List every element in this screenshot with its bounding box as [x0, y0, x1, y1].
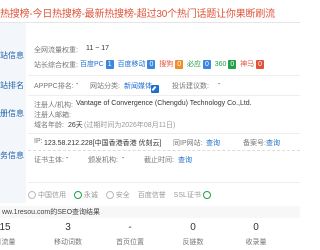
baidu-trust-cert[interactable]: 百度信誉 [138, 192, 166, 199]
complaint-value: - [218, 81, 221, 88]
page-title: 热搜榜-今日热搜榜-最新热搜榜-超过30个热门话题让你果断刷流 [0, 9, 275, 20]
seo-title: ww.1resou.com的SEO查询结果 [2, 209, 101, 216]
same-ip-label: 同IP网站: [173, 140, 203, 147]
domain-age-value: 26天 [68, 122, 83, 129]
divider [0, 22, 300, 23]
category-value[interactable]: 新闻媒体 [124, 81, 152, 91]
engine-bing[interactable]: 必应 0 [187, 60, 211, 69]
engine-360[interactable]: 360 0 [215, 60, 237, 69]
divider [28, 95, 300, 96]
complaint-label: 投诉建议数: [172, 83, 209, 90]
yongcheng-cert[interactable]: 永诚 [73, 191, 98, 200]
engine-sogou[interactable]: 搜狗 0 [159, 60, 184, 69]
apppc-rank-label: APPPC排名: [34, 83, 74, 90]
section-label-rank: 站排名 [0, 81, 24, 90]
apppc-rank-value: - [76, 81, 79, 88]
stat-daily-traffic-label: 日流量 [0, 239, 16, 246]
expire-label: 截止时间: [144, 157, 174, 164]
engine-list: 百度PC 1 百度移动 0 搜狗 0 必应 0 360 0 神马 0 [80, 59, 265, 69]
issuer-value: - [122, 155, 125, 162]
cert-icons-row: 中国信用 永诚 安全 百度信誉 SSL证书 [28, 190, 217, 200]
expire-link[interactable]: 查询 [178, 155, 192, 165]
cert-subject-label: 证书主体: [34, 157, 64, 164]
domain-age-label: 域名年龄: [34, 122, 64, 129]
stat-home-position-label: 首页位置 [116, 239, 144, 246]
divider [28, 75, 300, 76]
issuer-label: 颁发机构: [88, 157, 118, 164]
registrar-label: 注册人/机构: [34, 102, 73, 109]
registrar-value: Vantage of Convergence (Chengdu) Technol… [76, 100, 252, 107]
divider [28, 150, 300, 151]
engine-baidu-mobile[interactable]: 百度移动 0 [117, 60, 156, 69]
category-label: 网站分类: [90, 83, 120, 90]
weight-value: 11 ~ 17 [86, 45, 110, 52]
same-ip-link[interactable]: 查询 [206, 138, 220, 148]
shield-icon [105, 191, 114, 200]
section-label-info: 站信息 [0, 51, 24, 60]
domain-expire-text: (过期时间为2026年08月11日) [84, 122, 176, 129]
section-label-register: 册信息 [0, 109, 24, 118]
stat-backlinks-label: 反链数 [182, 239, 204, 246]
stat-indexed-label: 收录量 [245, 239, 267, 246]
edit-icon[interactable] [151, 84, 159, 93]
section-label-server: 务信息 [0, 151, 24, 160]
stat-mobile-words-label: 移动词数 [54, 239, 82, 246]
stat-indexed-value: 0 [253, 222, 259, 233]
engine-baidu-pc[interactable]: 百度PC 1 [80, 60, 114, 69]
credit-cert[interactable]: 中国信用 [28, 191, 66, 200]
filing-link[interactable]: 查询 [266, 138, 280, 148]
stat-daily-traffic-value: 15 [0, 222, 11, 233]
stat-home-position-value: - [128, 222, 132, 233]
lock-icon [202, 191, 211, 200]
stat-mobile-words-value: 3 [65, 222, 71, 233]
yongcheng-icon [73, 191, 82, 200]
cert-subject-value: - [66, 155, 69, 162]
engine-shenma[interactable]: 神马 0 [240, 60, 265, 69]
weight-label: 全网流量权重: [34, 47, 78, 54]
filing-label: 备案号: [243, 140, 266, 147]
stat-backlinks-value: 0 [190, 222, 196, 233]
security-cert[interactable]: 安全 [105, 191, 130, 200]
ip-value: 123.58.212.228[中国香港香港 优刻云] [44, 140, 162, 147]
email-label: 注册人邮箱: [34, 112, 71, 119]
divider [28, 182, 300, 183]
ssl-cert[interactable]: SSL证书 [174, 191, 211, 200]
engine-label: 站长综合权重: [34, 62, 78, 69]
credit-icon [28, 191, 36, 200]
divider [28, 133, 300, 134]
ip-label: IP: [34, 138, 43, 145]
